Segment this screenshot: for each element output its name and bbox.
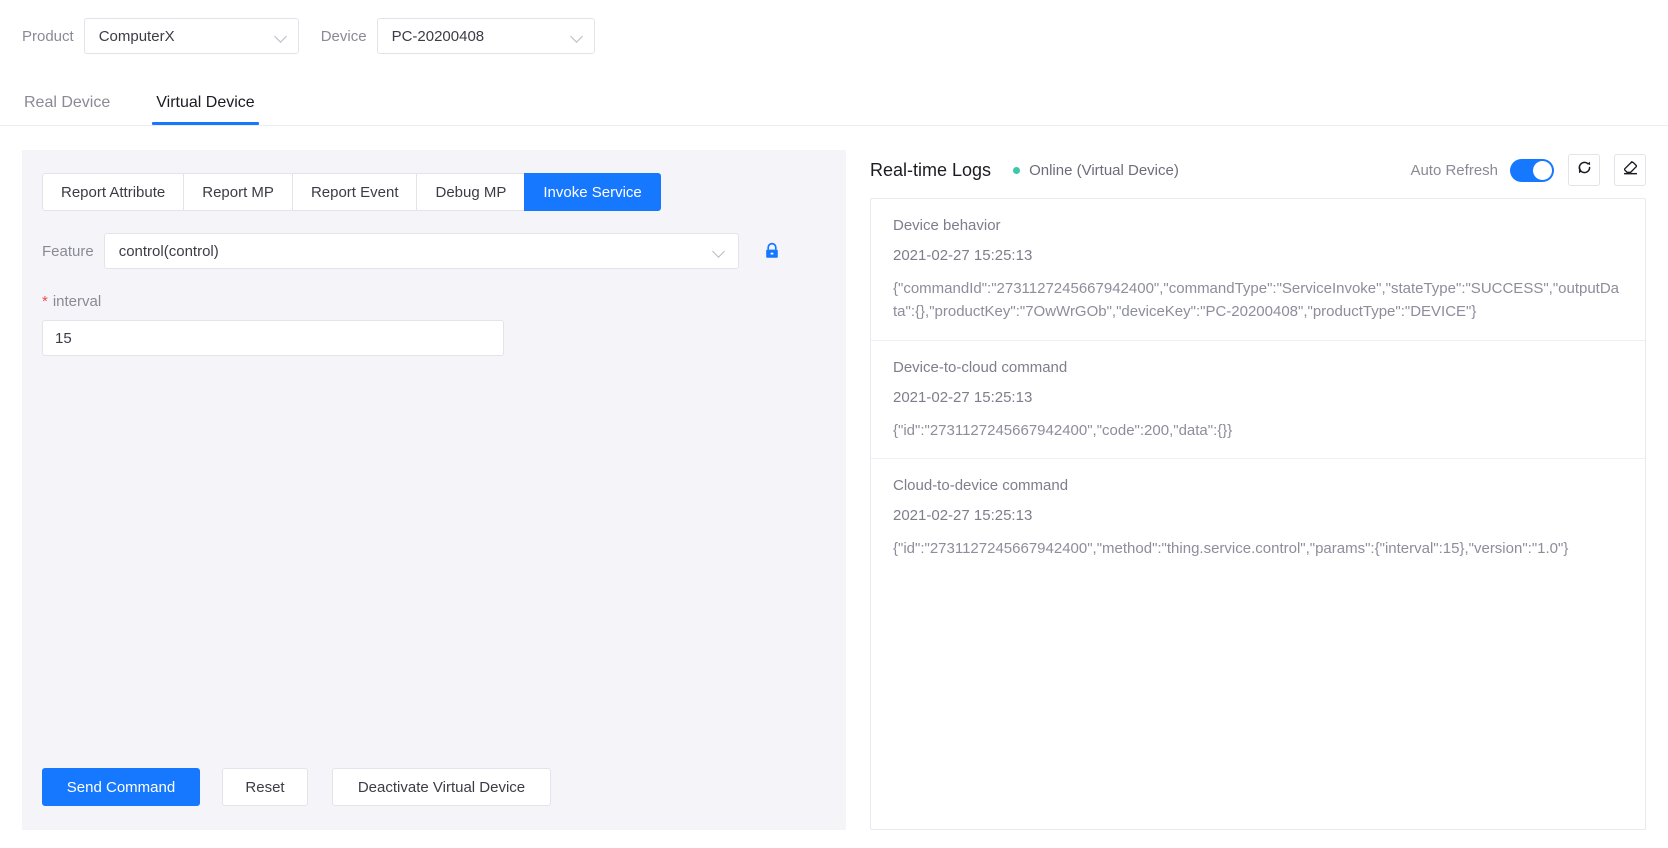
main-tab-bar: Real Device Virtual Device [0, 76, 1668, 126]
feature-select-value: control(control) [118, 242, 219, 260]
log-entry-type: Cloud-to-device command [893, 476, 1069, 494]
auto-refresh-label: Auto Refresh [1410, 161, 1498, 179]
interval-field-label: * interval [42, 293, 846, 310]
subtab-report-mp[interactable]: Report MP [183, 173, 292, 211]
subtab-report-attribute[interactable]: Report Attribute [42, 173, 184, 211]
refresh-icon [1576, 159, 1593, 181]
interval-input[interactable] [42, 320, 504, 356]
device-select-value: PC-20200408 [391, 27, 485, 45]
send-command-button[interactable]: Send Command [42, 768, 200, 806]
log-entry-time: 2021-02-27 15:25:13 [893, 506, 1033, 524]
action-button-row: Send Command Reset Deactivate Virtual De… [42, 768, 551, 806]
lock-icon[interactable] [761, 240, 783, 262]
toggle-knob [1533, 160, 1552, 180]
chevron-down-icon [571, 30, 584, 43]
logs-header-controls: Auto Refresh [1410, 150, 1646, 190]
feature-select[interactable]: control(control) [103, 233, 739, 269]
product-label: Product [22, 27, 74, 45]
product-select[interactable]: ComputerX [83, 18, 299, 54]
debug-panel: Report Attribute Report MP Report Event … [22, 150, 846, 830]
log-entry-payload: {"id":"2731127245667942400","code":200,"… [893, 421, 1233, 439]
feature-label: Feature [42, 242, 94, 260]
log-entry-payload: {"commandId":"2731127245667942400","comm… [893, 280, 1620, 321]
subtab-invoke-service[interactable]: Invoke Service [524, 173, 661, 211]
log-entry-time: 2021-02-27 15:25:13 [893, 247, 1033, 264]
logs-panel: Real-time Logs Online (Virtual Device) A… [870, 150, 1646, 830]
log-entry-type: Device behavior [893, 217, 1001, 234]
log-entry: Cloud-to-device command 2021-02-27 15:25… [871, 459, 1645, 576]
reset-button[interactable]: Reset [222, 768, 308, 806]
logs-list[interactable]: Device behavior 2021-02-27 15:25:13 {"co… [870, 198, 1646, 830]
eraser-icon [1622, 159, 1639, 181]
tab-virtual-device[interactable]: Virtual Device [152, 94, 260, 125]
logs-header: Real-time Logs Online (Virtual Device) A… [870, 150, 1646, 190]
device-label: Device [320, 27, 367, 45]
log-entry-time: 2021-02-27 15:25:13 [893, 388, 1033, 406]
subtab-report-event[interactable]: Report Event [291, 173, 417, 211]
required-marker: * [42, 293, 48, 310]
interval-label-text: interval [52, 293, 102, 310]
subtab-debug-mp[interactable]: Debug MP [416, 173, 525, 211]
deactivate-virtual-device-button[interactable]: Deactivate Virtual Device [332, 768, 551, 806]
online-status-text: Online (Virtual Device) [1029, 161, 1179, 179]
tab-real-device[interactable]: Real Device [22, 94, 112, 125]
chevron-down-icon [275, 30, 288, 43]
logs-title: Real-time Logs [870, 159, 992, 180]
debug-sub-tab-bar: Report Attribute Report MP Report Event … [42, 173, 846, 211]
online-status-dot [1013, 166, 1021, 174]
device-select[interactable]: PC-20200408 [376, 18, 595, 54]
log-entry: Device-to-cloud command 2021-02-27 15:25… [871, 341, 1645, 459]
refresh-button[interactable] [1568, 154, 1600, 186]
feature-row: Feature control(control) [42, 233, 846, 269]
top-selector-bar: Product ComputerX Device PC-20200408 [0, 0, 1668, 72]
log-entry-payload: {"id":"2731127245667942400","method":"th… [893, 539, 1569, 557]
log-entry: Device behavior 2021-02-27 15:25:13 {"co… [871, 199, 1645, 341]
log-entry-type: Device-to-cloud command [893, 358, 1068, 376]
auto-refresh-toggle[interactable] [1510, 158, 1554, 182]
clear-logs-button[interactable] [1614, 154, 1646, 186]
chevron-down-icon [713, 245, 726, 258]
product-select-value: ComputerX [98, 27, 175, 45]
